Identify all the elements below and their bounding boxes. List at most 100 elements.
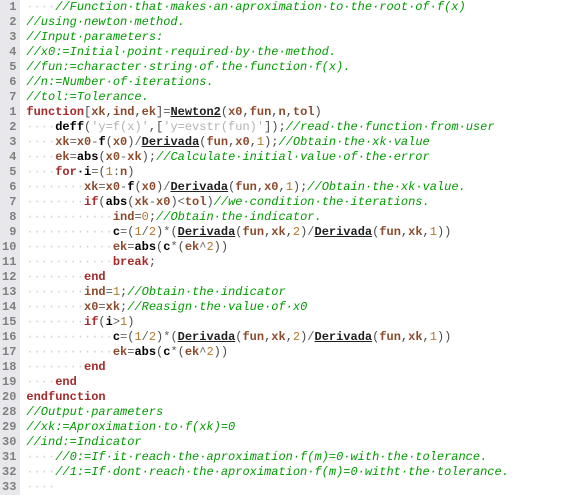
code-line[interactable]: ····deff('y=f(x)',['y=evstr(fun)']);//re…	[26, 120, 509, 135]
token-op: =	[106, 285, 113, 299]
whitespace: ····	[26, 375, 55, 389]
line-number: 1	[2, 0, 16, 15]
line-number: 16	[2, 330, 16, 345]
code-line[interactable]: ············break;	[26, 255, 509, 270]
code-area[interactable]: ···· //Function·that·makes·an·aproximatio…	[20, 0, 509, 495]
token-punct: ;	[271, 135, 278, 149]
code-line[interactable]: ········x0=xk;//Reasign·the·value·of·x0	[26, 300, 509, 315]
whitespace: ····	[26, 120, 55, 134]
code-line[interactable]: //fun:=character·string·of·the·function·…	[26, 60, 509, 75]
token-id: i	[106, 315, 113, 329]
line-number: 32	[2, 465, 16, 480]
code-line[interactable]: //n:=Number·of·iterations.	[26, 75, 509, 90]
token-id: abs	[77, 150, 99, 164]
code-line[interactable]: ····	[26, 480, 509, 495]
line-number: 4	[2, 45, 16, 60]
token-fn: Newton2	[170, 105, 220, 119]
code-line[interactable]: ····for·i=(1:n)	[26, 165, 509, 180]
code-line[interactable]: ····ek=abs(x0-xk);//Calculate·initial·va…	[26, 150, 509, 165]
code-line[interactable]: ············ek=abs(c*(ek^2))	[26, 345, 509, 360]
token-var: x0	[235, 135, 249, 149]
token-var: ek	[55, 150, 69, 164]
code-line[interactable]: //using·newton·method.	[26, 15, 509, 30]
token-punct: ,	[257, 180, 264, 194]
line-number: 7	[2, 195, 16, 210]
token-punct: (	[98, 315, 105, 329]
line-number: 9	[2, 225, 16, 240]
token-str: 'y=evstr(fun)'	[163, 120, 264, 134]
token-num: 1	[257, 135, 264, 149]
token-punct: )	[142, 150, 149, 164]
code-line[interactable]: //ind:=Indicator	[26, 435, 509, 450]
token-num: 1	[106, 165, 113, 179]
code-line[interactable]: ········end	[26, 360, 509, 375]
code-line[interactable]: function[xk,ind,ek]=Newton2(x0,fun,n,tol…	[26, 105, 509, 120]
token-id: f	[98, 135, 105, 149]
code-line[interactable]: ········xk=x0-f(x0)/Derivada(fun,x0,1);/…	[26, 180, 509, 195]
whitespace: ····	[26, 165, 55, 179]
token-comment: //we·condition·the·iterations.	[214, 195, 430, 209]
code-line[interactable]: //tol:=Tolerance.	[26, 90, 509, 105]
code-line[interactable]: ············c=(1/2)*(Derivada(fun,xk,2)/…	[26, 225, 509, 240]
line-number: 29	[2, 420, 16, 435]
token-punct: (	[170, 225, 177, 239]
token-op: -	[149, 195, 156, 209]
code-line[interactable]: //x0:=Initial·point·required·by·the·meth…	[26, 45, 509, 60]
token-var: x0	[142, 180, 156, 194]
token-var: fun	[379, 330, 401, 344]
line-number: 6	[2, 180, 16, 195]
token-op: :	[113, 165, 120, 179]
token-var: fun	[379, 225, 401, 239]
token-var: fun	[206, 135, 228, 149]
whitespace: ········	[26, 285, 84, 299]
token-comment: //Output·parameters	[26, 405, 163, 419]
line-number: 18	[2, 360, 16, 375]
token-comment: //Function·that·makes·an·aproximation·to…	[55, 0, 465, 14]
line-number: 3	[2, 30, 16, 45]
token-var: x0	[264, 180, 278, 194]
token-op: /	[142, 225, 149, 239]
token-var: tol	[185, 195, 207, 209]
token-fn: Derivada	[178, 225, 236, 239]
code-line[interactable]: ····//0:=If·it·reach·the·aproximation·f(…	[26, 450, 509, 465]
code-line[interactable]: //Output·parameters	[26, 405, 509, 420]
token-num: 2	[206, 345, 213, 359]
token-punct: (	[134, 180, 141, 194]
token-var: ek	[142, 105, 156, 119]
whitespace: ········	[26, 315, 84, 329]
token-comment: //Obtain·the·xk·value	[279, 135, 430, 149]
code-line[interactable]: ····//1:=If·dont·reach·the·aproximation·…	[26, 465, 509, 480]
token-id: abs	[134, 240, 156, 254]
line-number: 3	[2, 135, 16, 150]
token-punct: )	[127, 165, 134, 179]
code-line[interactable]: ············ek=abs(c*(ek^2))	[26, 240, 509, 255]
token-comment: //x0:=Initial·point·required·by·the·meth…	[26, 45, 336, 59]
token-var: xk	[408, 225, 422, 239]
code-line[interactable]: ············c=(1/2)*(Derivada(fun,xk,2)/…	[26, 330, 509, 345]
token-id: abs	[106, 195, 128, 209]
token-comment: //ind:=Indicator	[26, 435, 141, 449]
token-punct: )	[170, 195, 177, 209]
token-punct: ;	[278, 120, 285, 134]
token-punct: (	[98, 195, 105, 209]
token-var: xk	[84, 180, 98, 194]
token-punct: ,	[134, 105, 141, 119]
token-kw: end	[84, 360, 106, 374]
code-line[interactable]: ····xk=x0-f(x0)/Derivada(fun,x0,1);//Obt…	[26, 135, 509, 150]
token-id: deff	[55, 120, 84, 134]
code-line[interactable]: //Input·parameters:	[26, 30, 509, 45]
code-line[interactable]: //xk:=Aproximation·to·f(xk)=0	[26, 420, 509, 435]
line-number: 5	[2, 165, 16, 180]
code-line[interactable]: ············ind=0;//Obtain·the·indicator…	[26, 210, 509, 225]
code-line[interactable]: ····end	[26, 375, 509, 390]
token-op: *	[170, 345, 177, 359]
code-line[interactable]: ········end	[26, 270, 509, 285]
code-line[interactable]: ········if(abs(xk-x0)<tol)//we·condition…	[26, 195, 509, 210]
whitespace: ····	[26, 150, 55, 164]
code-line[interactable]: endfunction	[26, 390, 509, 405]
code-line[interactable]: ····//Function·that·makes·an·aproximatio…	[26, 0, 509, 15]
token-kw: function	[26, 105, 84, 119]
line-number: 6	[2, 75, 16, 90]
code-line[interactable]: ········if(i>1)	[26, 315, 509, 330]
code-line[interactable]: ········ind=1;//Obtain·the·indicator	[26, 285, 509, 300]
